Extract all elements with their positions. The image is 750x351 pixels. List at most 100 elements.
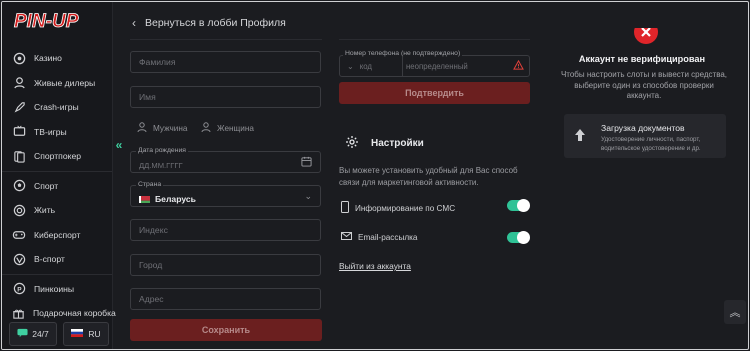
gear-icon <box>345 135 359 152</box>
gender-female-label: Женщина <box>217 123 254 133</box>
flag-belarus-icon <box>139 195 150 203</box>
city-placeholder: Город <box>139 260 163 270</box>
sms-toggle[interactable] <box>507 199 530 212</box>
postcode-field[interactable]: Индекс <box>130 219 321 241</box>
upload-description: Удостоверение личности, паспорт, водител… <box>601 136 701 152</box>
support-button[interactable]: 24/7 <box>9 322 57 346</box>
casino-chip-icon <box>12 51 26 65</box>
header-divider <box>130 39 322 40</box>
sidebar-item-label: Crash-игры <box>34 102 79 113</box>
sidebar-item-label: Спорт <box>34 180 59 191</box>
live-dealer-icon <box>12 76 26 90</box>
phone-code-field[interactable]: ⌄ код <box>340 56 403 76</box>
chevron-down-icon: ⌄ <box>304 190 312 201</box>
chat-icon <box>17 328 28 340</box>
address-placeholder: Адрес <box>139 294 164 304</box>
live-icon <box>12 203 26 217</box>
country-value: Беларусь <box>155 194 196 204</box>
surname-field[interactable]: Фамилия <box>130 51 321 73</box>
phone-icon <box>341 201 349 215</box>
app-window: PIN-UP Казино Живые дилеры Crash-игры ТВ… <box>1 1 749 350</box>
save-button[interactable]: Сохранить <box>130 319 322 341</box>
gender-female-option[interactable]: Женщина <box>201 122 254 134</box>
sidebar-item-label: Киберспорт <box>34 229 81 240</box>
settings-title: Настройки <box>371 138 424 149</box>
soccer-ball-icon <box>12 179 26 193</box>
surname-placeholder: Фамилия <box>139 57 176 67</box>
sidebar-item-crash[interactable]: Crash-игры <box>2 95 112 120</box>
double-chevron-up-icon: ︽ <box>729 307 741 319</box>
name-field[interactable]: Имя <box>130 86 321 108</box>
envelope-icon <box>341 232 352 242</box>
sidebar-collapse-button[interactable]: « <box>112 136 126 154</box>
sidebar-item-label: Живые дилеры <box>34 77 96 88</box>
upload-documents-card[interactable]: Загрузка документов Удостоверение личнос… <box>564 114 726 158</box>
chevron-left-icon: ‹ <box>132 16 136 30</box>
back-to-lobby-link[interactable]: ‹ Вернуться в лобби Профиля <box>132 16 286 30</box>
country-selected: Беларусь <box>139 194 196 204</box>
calendar-icon <box>301 156 312 169</box>
verification-text: Чтобы настроить слоты и вывести средства… <box>560 70 728 100</box>
confirm-label: Подтвердить <box>405 88 464 98</box>
sidebar-item-label: Спортпокер <box>34 151 82 162</box>
sidebar-divider <box>2 170 112 172</box>
confirm-phone-button[interactable]: Подтвердить <box>339 82 530 104</box>
language-button[interactable]: RU <box>63 322 109 346</box>
dob-placeholder: ДД.ММ.ГГГГ <box>139 160 183 170</box>
gamepad-icon <box>12 228 26 242</box>
sidebar-item-esports[interactable]: Киберспорт <box>2 223 112 248</box>
upload-title: Загрузка документов <box>601 123 685 133</box>
phone-number-placeholder: неопределенный <box>406 61 468 71</box>
sms-label: Информирование по СМС <box>355 203 456 213</box>
svg-text:P: P <box>17 287 22 294</box>
scroll-to-top-button[interactable]: ︽ <box>724 300 746 324</box>
save-label: Сохранить <box>201 325 251 335</box>
flag-ru-icon <box>71 329 84 339</box>
settings-header: Настройки <box>345 135 424 152</box>
sidebar-item-vsport[interactable]: В-спорт <box>2 247 112 272</box>
email-toggle[interactable] <box>507 231 530 244</box>
dob-field[interactable]: ДД.ММ.ГГГГ <box>130 151 321 173</box>
sidebar-item-casino[interactable]: Казино <box>2 46 112 71</box>
pinup-logo[interactable]: PIN-UP <box>12 8 98 32</box>
male-user-icon <box>137 122 147 134</box>
vsport-icon <box>12 252 26 266</box>
support-label: 24/7 <box>32 329 49 339</box>
sidebar-item-live[interactable]: Жить <box>2 198 112 223</box>
sms-setting-row: Информирование по СМС <box>341 201 455 215</box>
email-label: Email-рассылка <box>358 232 418 242</box>
sidebar-item-label: В-спорт <box>34 254 65 265</box>
double-chevron-left-icon: « <box>115 138 123 152</box>
sidebar-item-sportpoker[interactable]: Спортпокер <box>2 144 112 169</box>
back-label: Вернуться в лобби Профиля <box>145 17 286 29</box>
sidebar-divider <box>2 273 112 275</box>
cards-icon <box>12 149 26 163</box>
warning-icon <box>513 59 524 72</box>
phone-code-placeholder: код <box>359 61 372 71</box>
phone-label: Номер телефона (не подтверждено) <box>343 50 463 57</box>
settings-description: Вы можете установить удобный для Вас спо… <box>339 166 518 187</box>
name-placeholder: Имя <box>139 92 156 102</box>
header-divider <box>339 39 530 40</box>
city-field[interactable]: Город <box>130 254 321 276</box>
sidebar-item-tv-games[interactable]: ТВ-игры <box>2 120 112 145</box>
chevron-down-icon: ⌄ <box>347 61 354 71</box>
female-user-icon <box>201 122 211 134</box>
logo-text: PIN-UP <box>14 11 79 32</box>
sidebar-item-sport[interactable]: Спорт <box>2 174 112 199</box>
error-icon <box>634 28 658 44</box>
phone-number-field[interactable]: неопределенный <box>403 56 529 76</box>
gender-male-option[interactable]: Мужчина <box>137 122 187 134</box>
logout-link[interactable]: Выйти из аккаунта <box>339 261 411 271</box>
toggle-knob <box>517 199 530 212</box>
toggle-knob <box>517 231 530 244</box>
sidebar-nav: Казино Живые дилеры Crash-игры ТВ-игры С… <box>2 46 116 326</box>
sidebar-item-label: Жить <box>34 205 56 216</box>
sidebar-item-pincoins[interactable]: P Пинкоины <box>2 277 112 302</box>
sidebar: PIN-UP Казино Живые дилеры Crash-игры ТВ… <box>2 2 116 349</box>
address-field[interactable]: Адрес <box>130 288 321 310</box>
country-select[interactable]: Беларусь ⌄ <box>130 185 321 207</box>
sidebar-item-label: Подарочная коробка <box>33 308 116 319</box>
rocket-icon <box>12 100 26 114</box>
sidebar-item-live-dealers[interactable]: Живые дилеры <box>2 71 112 96</box>
